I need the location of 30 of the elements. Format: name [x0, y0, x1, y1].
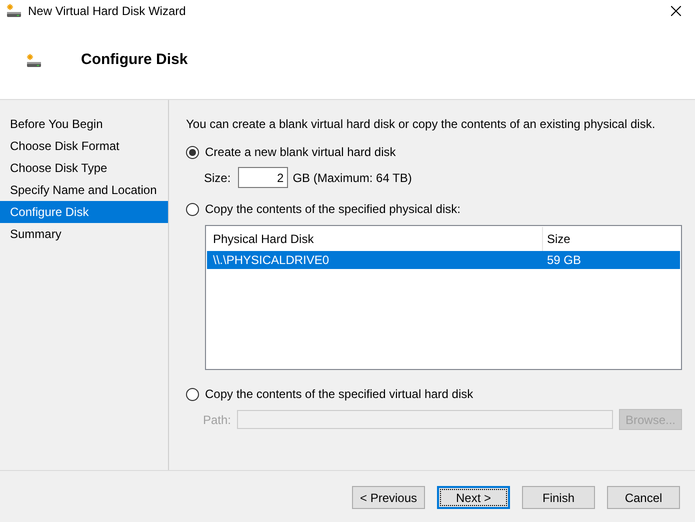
wizard-button[interactable]: Finish [522, 486, 595, 509]
close-icon[interactable] [671, 6, 681, 16]
size-label: Size: [204, 170, 231, 186]
wizard-button[interactable]: Next > [437, 486, 510, 509]
table-cell-text: 59 GB [546, 252, 582, 269]
radio-button[interactable] [186, 388, 199, 400]
option-label[interactable]: Copy the contents of the specified virtual hard disk [205, 385, 474, 403]
wizard-button[interactable]: < Previous [352, 486, 425, 509]
size-unit: GB (Maximum: 64 TB) [292, 170, 412, 186]
intro-text: You can create a blank virtual hard disk or copy the contents of an existing physical disk. [186, 116, 656, 133]
sidebar-item[interactable]: Summary [0, 223, 168, 245]
disk-icon [26, 54, 42, 68]
radio-button[interactable] [186, 146, 199, 158]
sidebar-item[interactable]: Configure Disk [0, 201, 168, 223]
sidebar-item[interactable]: Choose Disk Format [0, 135, 168, 157]
sidebar-item[interactable]: Specify Name and Location [0, 179, 168, 201]
path-label: Path: [203, 412, 232, 428]
table-row[interactable]: \\.\PHYSICALDRIVE0 59 GB [207, 251, 680, 269]
option-label[interactable]: Copy the contents of the specified physical disk: [205, 200, 460, 218]
page-title: Configure Disk [81, 50, 188, 70]
column-header[interactable]: Size [543, 230, 570, 248]
sidebar-item[interactable]: Choose Disk Type [0, 157, 168, 179]
table-cell-text: \\.\PHYSICALDRIVE0 [212, 252, 330, 269]
disk-icon [6, 4, 22, 18]
radio-button[interactable] [186, 202, 199, 216]
size-field[interactable]: 2 [238, 167, 288, 188]
sidebar-item[interactable]: Before You Begin [0, 113, 168, 135]
wizard-button[interactable]: Cancel [607, 486, 680, 509]
option-label[interactable]: Create a new blank virtual hard disk [205, 143, 396, 161]
window-title: New Virtual Hard Disk Wizard [28, 3, 186, 20]
